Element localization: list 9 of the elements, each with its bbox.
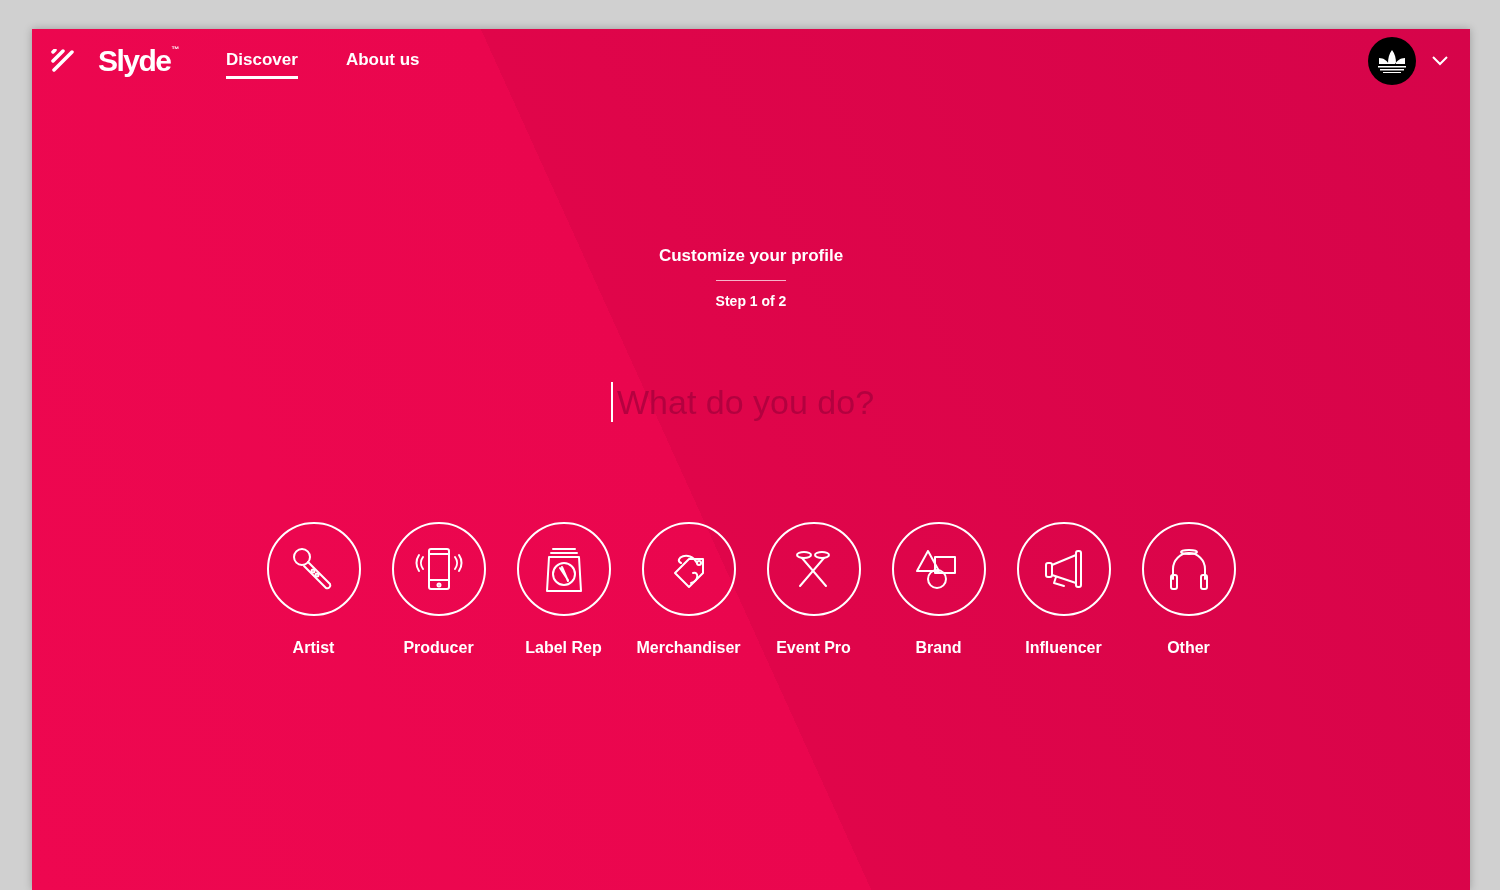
trefoil-icon (1375, 49, 1409, 73)
profile-avatar[interactable] (1368, 37, 1416, 85)
slash-logo-icon (50, 49, 74, 73)
chevron-down-icon[interactable] (1432, 56, 1448, 66)
nav-link[interactable]: About us (345, 42, 420, 80)
logo-text[interactable]: Slyde™ (98, 46, 179, 76)
page-title: Customize your profile (657, 245, 845, 267)
step-indicator: Step 1 of 2 (714, 291, 788, 311)
nav-link[interactable]: Discover (226, 42, 298, 80)
